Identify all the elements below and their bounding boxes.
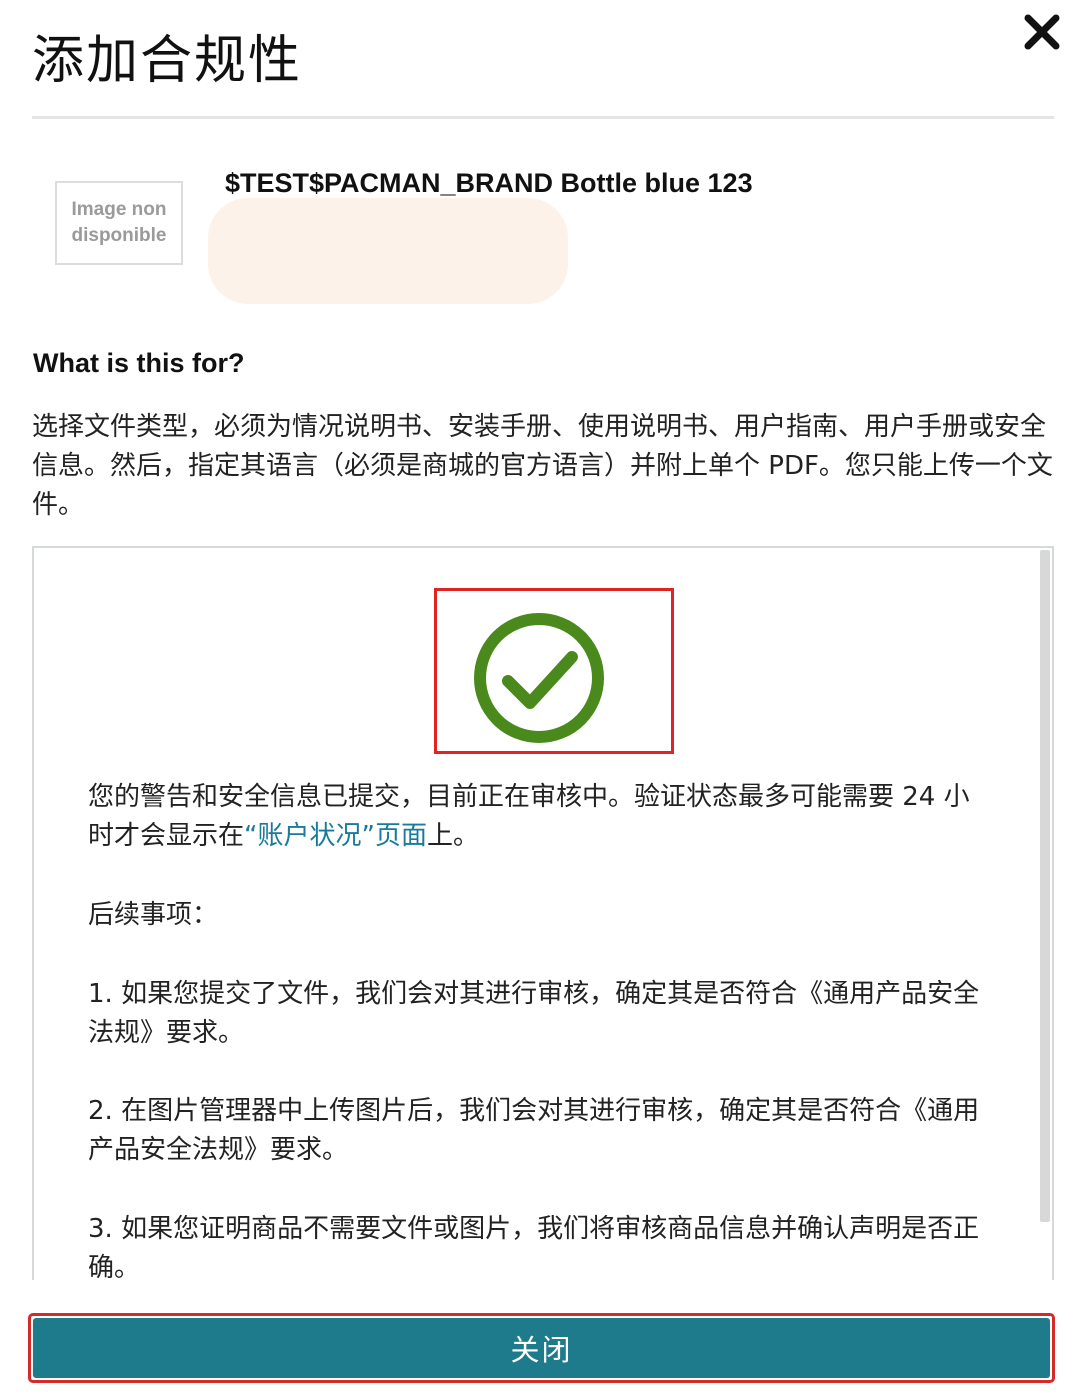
panel-scrollbar[interactable] bbox=[1040, 550, 1050, 1222]
status-message: 您的警告和安全信息已提交，目前正在审核中。验证状态最多可能需要 24 小时才会显… bbox=[88, 778, 988, 856]
close-button[interactable]: 关闭 bbox=[33, 1318, 1050, 1378]
product-image-placeholder: Image non disponible bbox=[55, 181, 183, 265]
step-item: 3. 如果您证明商品不需要文件或图片，我们将审核商品信息并确认声明是否正确。 bbox=[88, 1214, 980, 1280]
redacted-area bbox=[208, 198, 568, 304]
status-message-text: 您的警告和安全信息已提交，目前正在审核中。验证状态最多可能需要 24 小时才会显… bbox=[88, 782, 970, 851]
title-divider bbox=[32, 116, 1054, 119]
close-x-icon[interactable] bbox=[1020, 10, 1064, 54]
info-heading: What is this for? bbox=[33, 348, 245, 378]
modal-title: 添加合规性 bbox=[32, 31, 303, 91]
step-item: 2. 在图片管理器中上传图片后，我们会对其进行审核，确定其是否符合《通用产品安全… bbox=[88, 1096, 980, 1165]
check-circle-icon bbox=[472, 611, 606, 745]
info-description: 选择文件类型，必须为情况说明书、安装手册、使用说明书、用户指南、用户手册或安全信… bbox=[32, 412, 1053, 520]
next-steps-heading: 后续事项： bbox=[88, 900, 219, 930]
product-name: $TEST$PACMAN_BRAND Bottle blue 123 bbox=[225, 168, 753, 198]
account-health-link[interactable]: “账户状况”页面 bbox=[244, 821, 427, 851]
status-message-end: 上。 bbox=[426, 821, 479, 851]
step-item: 1. 如果您提交了文件，我们会对其进行审核，确定其是否符合《通用产品安全法规》要… bbox=[88, 979, 980, 1048]
status-panel: 您的警告和安全信息已提交，目前正在审核中。验证状态最多可能需要 24 小时才会显… bbox=[32, 546, 1054, 1280]
